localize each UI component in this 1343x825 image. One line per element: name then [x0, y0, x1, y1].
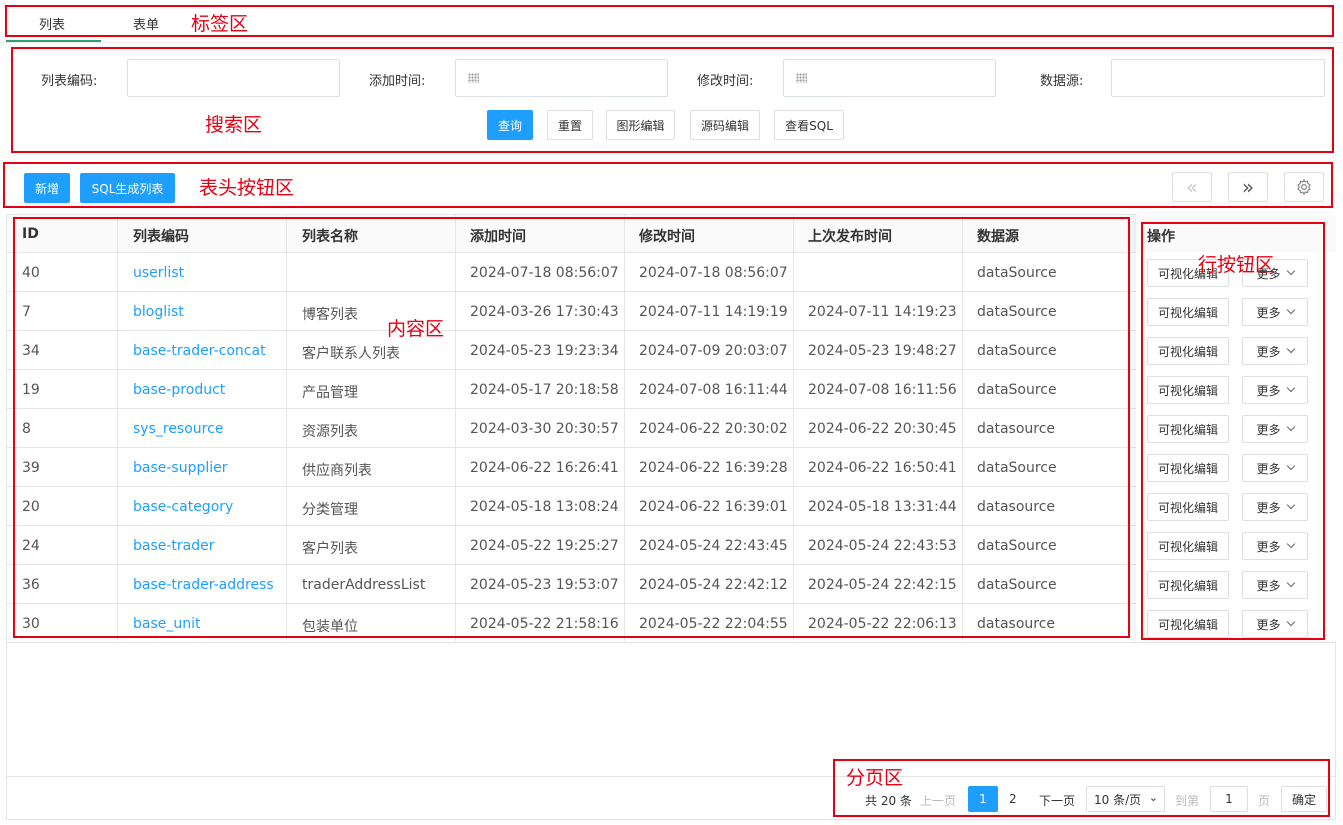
search-region-box: [11, 47, 1334, 153]
row-buttons-region-box: [1141, 222, 1325, 640]
search-area-label: 搜索区: [205, 114, 263, 136]
pagination-region-box: [833, 759, 1330, 817]
pagination-area-label: 分页区: [846, 767, 904, 789]
toolbar-area-label: 表头按钮区: [199, 177, 295, 199]
content-region-box: [13, 217, 1130, 638]
tab-divider: [0, 42, 1343, 43]
row-buttons-area-label: 行按钮区: [1198, 254, 1275, 276]
tabs-area-label: 标签区: [191, 13, 249, 35]
row-divider: [6, 642, 1336, 643]
content-area-label: 内容区: [387, 318, 445, 340]
